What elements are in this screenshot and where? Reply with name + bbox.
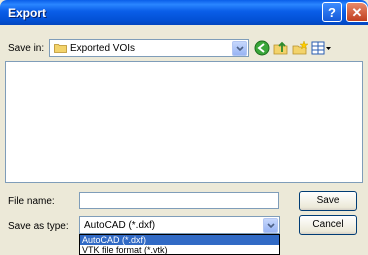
save-in-dropdown-button[interactable]	[232, 41, 247, 56]
save-in-combo[interactable]: Exported VOIs	[49, 39, 249, 57]
dropdown-option[interactable]: AutoCAD (*.dxf)	[80, 235, 279, 245]
new-folder-icon[interactable]	[292, 40, 308, 56]
views-menu-icon[interactable]	[311, 40, 333, 56]
save-as-type-combo[interactable]: AutoCAD (*.dxf)	[79, 216, 280, 234]
title-bar[interactable]: Export ? ✕	[0, 0, 368, 25]
chevron-down-icon	[267, 223, 275, 229]
save-as-type-label: Save as type:	[8, 221, 69, 232]
file-list-area[interactable]	[5, 61, 363, 183]
folder-icon	[54, 44, 67, 53]
up-folder-icon[interactable]	[273, 40, 289, 56]
close-button[interactable]: ✕	[346, 2, 368, 22]
back-icon[interactable]	[254, 40, 270, 56]
save-in-value: Exported VOIs	[70, 43, 136, 54]
cancel-button[interactable]: Cancel	[299, 215, 357, 235]
save-as-type-dropdown-button[interactable]	[263, 218, 278, 233]
save-as-type-dropdown-list: AutoCAD (*.dxf) VTK file format (*.vtk)	[79, 234, 280, 255]
file-name-input[interactable]	[79, 192, 279, 209]
save-in-label: Save in:	[8, 43, 45, 54]
file-name-label: File name:	[8, 196, 55, 207]
dialog-title: Export	[8, 6, 47, 20]
export-dialog: Export ? ✕ Save in: Exported VOIs File n…	[0, 0, 368, 255]
save-as-type-value: AutoCAD (*.dxf)	[84, 220, 156, 231]
save-button[interactable]: Save	[299, 191, 357, 211]
dropdown-option[interactable]: VTK file format (*.vtk)	[80, 245, 279, 254]
help-button[interactable]: ?	[322, 2, 342, 22]
chevron-down-icon	[236, 46, 244, 52]
